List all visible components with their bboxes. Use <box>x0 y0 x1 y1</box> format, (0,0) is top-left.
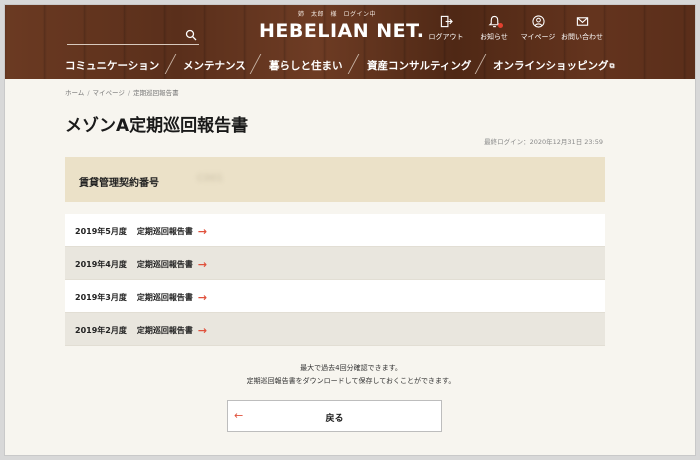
report-row[interactable]: 2019年2月度 定期巡回報告書 → <box>65 313 605 346</box>
logout-button[interactable]: ログアウト <box>423 15 469 42</box>
report-link[interactable]: 2019年5月度 定期巡回報告書 → <box>75 225 207 238</box>
nav-item-communication[interactable]: コミュニケーション <box>65 58 159 73</box>
logout-label: ログアウト <box>428 33 464 41</box>
report-row[interactable]: 2019年4月度 定期巡回報告書 → <box>65 247 605 280</box>
note-max-history: 最大で過去4回分確認できます。 <box>300 364 402 372</box>
nav-item-online-shopping-label: オンラインショッピング <box>493 60 609 72</box>
contract-number-label: 賃貸管理契約番号 <box>79 178 159 189</box>
site-logo[interactable]: HEBELIAN NET. <box>259 20 424 42</box>
nav-divider <box>164 54 177 74</box>
nav-divider <box>474 54 487 74</box>
report-period: 2019年4月度 <box>75 260 127 269</box>
external-link-icon: ⧉ <box>609 62 615 70</box>
contract-number-panel: 賃貸管理契約番号 C001 <box>65 157 605 202</box>
last-login: 最終ログイン：2020年12月31日 23:59 <box>484 138 603 146</box>
report-row[interactable]: 2019年3月度 定期巡回報告書 → <box>65 280 605 313</box>
breadcrumb-separator: / <box>127 89 131 97</box>
arrow-right-icon: → <box>197 258 208 271</box>
note-download: 定期巡回報告書をダウンロードして保存しておくことができます。 <box>246 377 456 385</box>
notifications-button[interactable]: お知らせ <box>471 15 517 42</box>
notifications-label: お知らせ <box>480 33 508 41</box>
breadcrumb-mypage[interactable]: マイページ <box>93 89 125 97</box>
nav-item-online-shopping[interactable]: オンラインショッピング⧉ <box>493 58 615 73</box>
contact-label: お問い合わせ <box>561 33 603 41</box>
report-list: 2019年5月度 定期巡回報告書 → 2019年4月度 定期巡回報告書 → 2019年3… <box>65 214 605 346</box>
arrow-right-icon: → <box>197 225 208 238</box>
search-icon[interactable] <box>185 29 197 41</box>
mypage-button[interactable]: マイページ <box>515 15 561 42</box>
login-greeting: 姉 太郎 様 ログイン中 <box>297 11 376 18</box>
search-input[interactable] <box>67 29 199 45</box>
report-period: 2019年3月度 <box>75 293 127 302</box>
user-icon <box>531 15 545 28</box>
mypage-label: マイページ <box>520 33 556 41</box>
nav-item-living[interactable]: 暮らしと住まい <box>269 58 343 73</box>
breadcrumb-separator: / <box>87 89 90 97</box>
main-nav: コミュニケーション メンテナンス 暮らしと住まい 資産コンサルティング オンライ… <box>5 51 695 75</box>
page-frame: 姉 太郎 様 ログイン中 HEBELIAN NET. ログアウト お知らせ マイ… <box>4 4 696 456</box>
report-row[interactable]: 2019年5月度 定期巡回報告書 → <box>65 214 605 247</box>
mail-icon <box>576 17 588 26</box>
nav-item-asset-consulting[interactable]: 資産コンサルティング <box>367 58 471 73</box>
report-name: 定期巡回報告書 <box>136 260 193 269</box>
logout-icon <box>440 15 453 28</box>
back-button[interactable]: ← 戻る <box>227 400 442 432</box>
breadcrumb-current: 定期巡回報告書 <box>133 89 179 97</box>
report-link[interactable]: 2019年2月度 定期巡回報告書 → <box>75 324 207 337</box>
report-period: 2019年5月度 <box>75 227 127 236</box>
contact-button[interactable]: お問い合わせ <box>559 15 605 42</box>
arrow-right-icon: → <box>197 324 208 337</box>
report-link[interactable]: 2019年3月度 定期巡回報告書 → <box>75 291 207 304</box>
report-period: 2019年2月度 <box>75 326 127 335</box>
page-title: メゾンA定期巡回報告書 <box>65 116 249 136</box>
arrow-right-icon: → <box>197 291 208 304</box>
site-header: 姉 太郎 様 ログイン中 HEBELIAN NET. ログアウト お知らせ マイ… <box>5 5 695 79</box>
contract-number-value: C001 <box>197 173 224 184</box>
nav-item-maintenance[interactable]: メンテナンス <box>183 58 246 73</box>
report-name: 定期巡回報告書 <box>136 293 193 302</box>
notification-badge <box>498 23 503 28</box>
report-link[interactable]: 2019年4月度 定期巡回報告書 → <box>75 258 207 271</box>
report-name: 定期巡回報告書 <box>136 227 193 236</box>
breadcrumb: ホーム / マイページ / 定期巡回報告書 <box>65 87 179 97</box>
nav-divider <box>347 54 360 74</box>
nav-divider <box>249 54 262 74</box>
back-button-label: 戻る <box>325 414 344 424</box>
breadcrumb-home[interactable]: ホーム <box>65 89 84 97</box>
report-name: 定期巡回報告書 <box>136 326 193 335</box>
